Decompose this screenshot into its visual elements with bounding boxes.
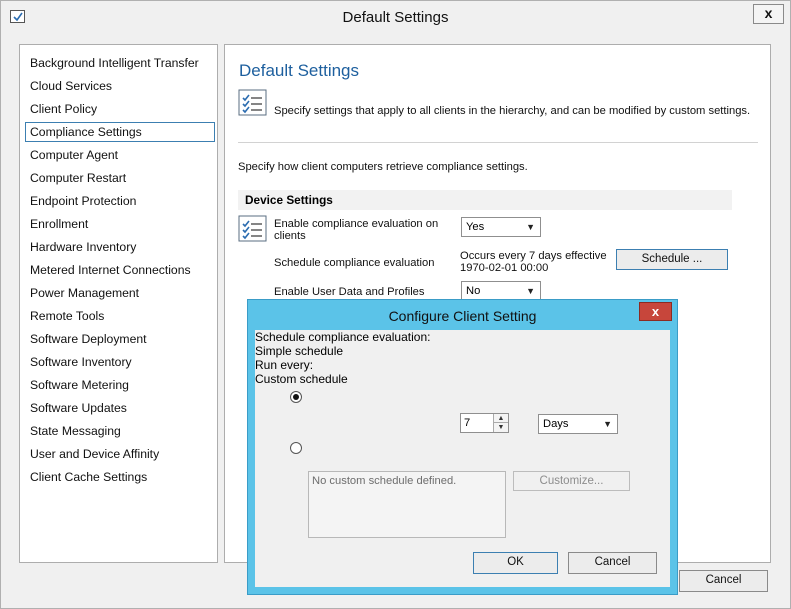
sidebar-item-hardware-inventory[interactable]: Hardware Inventory bbox=[25, 237, 215, 257]
sidebar-item-endpoint-protection[interactable]: Endpoint Protection bbox=[25, 191, 215, 211]
configure-client-setting-dialog: Configure Client Setting x Schedule comp… bbox=[247, 299, 678, 595]
chevron-down-icon: ▼ bbox=[526, 286, 535, 296]
page-description: Specify settings that apply to all clien… bbox=[274, 105, 751, 117]
settings-sidebar: Background Intelligent Transfer Cloud Ser… bbox=[19, 44, 218, 563]
dialog-close-button[interactable]: x bbox=[639, 302, 672, 321]
dialog-title: Configure Client Setting bbox=[388, 308, 537, 324]
sidebar-item-compliance-settings[interactable]: Compliance Settings bbox=[25, 122, 215, 142]
checklist-icon bbox=[238, 89, 267, 116]
checklist-icon bbox=[238, 215, 267, 242]
custom-schedule-label[interactable]: Custom schedule bbox=[255, 372, 670, 386]
dialog-body: Schedule compliance evaluation: Simple s… bbox=[255, 330, 670, 587]
sidebar-item-software-inventory[interactable]: Software Inventory bbox=[25, 352, 215, 372]
enable-eval-label: Enable compliance evaluation on clients bbox=[274, 218, 438, 242]
sidebar-item-computer-restart[interactable]: Computer Restart bbox=[25, 168, 215, 188]
sidebar-item-client-policy[interactable]: Client Policy bbox=[25, 99, 215, 119]
custom-schedule-radio[interactable] bbox=[290, 442, 302, 454]
sidebar-item-enrollment[interactable]: Enrollment bbox=[25, 214, 215, 234]
schedule-prompt: Schedule compliance evaluation: bbox=[255, 330, 431, 344]
schedule-value-line1: Occurs every 7 days effective bbox=[460, 250, 607, 262]
sidebar-item-metered-internet-connections[interactable]: Metered Internet Connections bbox=[25, 260, 215, 280]
run-every-stepper[interactable]: 7 ▲ ▼ bbox=[460, 413, 509, 433]
user-data-label: Enable User Data and Profiles bbox=[274, 286, 425, 298]
simple-schedule-radio[interactable] bbox=[290, 391, 302, 403]
user-data-value: No bbox=[466, 285, 481, 297]
sidebar-item-software-metering[interactable]: Software Metering bbox=[25, 375, 215, 395]
sidebar-item-state-messaging[interactable]: State Messaging bbox=[25, 421, 215, 441]
window-close-button[interactable]: x bbox=[753, 4, 784, 24]
enable-eval-value: Yes bbox=[466, 221, 485, 233]
unit-select[interactable]: Days ▼ bbox=[538, 414, 618, 434]
chevron-down-icon: ▼ bbox=[526, 222, 535, 232]
unit-value: Days bbox=[543, 418, 569, 430]
sidebar-item-remote-tools[interactable]: Remote Tools bbox=[25, 306, 215, 326]
page-title: Default Settings bbox=[239, 61, 360, 80]
customize-button[interactable]: Customize... bbox=[513, 471, 630, 491]
divider bbox=[238, 142, 758, 143]
ok-button[interactable]: OK bbox=[473, 552, 558, 574]
sidebar-item-user-and-device-affinity[interactable]: User and Device Affinity bbox=[25, 444, 215, 464]
window-title: Default Settings bbox=[342, 9, 449, 26]
sidebar-item-software-updates[interactable]: Software Updates bbox=[25, 398, 215, 418]
spin-up-icon[interactable]: ▲ bbox=[493, 414, 508, 423]
spin-down-icon[interactable]: ▼ bbox=[493, 423, 508, 432]
run-every-value: 7 bbox=[464, 417, 471, 429]
chevron-down-icon: ▼ bbox=[603, 419, 612, 429]
custom-schedule-box: No custom schedule defined. bbox=[308, 471, 506, 538]
sidebar-item-background-intelligent-transfer[interactable]: Background Intelligent Transfer bbox=[25, 53, 215, 73]
sidebar-item-software-deployment[interactable]: Software Deployment bbox=[25, 329, 215, 349]
sidebar-item-client-cache-settings[interactable]: Client Cache Settings bbox=[25, 467, 215, 487]
title-bar: Default Settings x bbox=[1, 1, 790, 33]
user-data-select[interactable]: No ▼ bbox=[461, 281, 541, 301]
cancel-button[interactable]: Cancel bbox=[679, 570, 768, 592]
schedule-button[interactable]: Schedule ... bbox=[616, 249, 728, 270]
run-every-label: Run every: bbox=[255, 358, 314, 372]
simple-schedule-label[interactable]: Simple schedule bbox=[255, 344, 670, 358]
device-settings-header: Device Settings bbox=[238, 190, 732, 210]
enable-eval-select[interactable]: Yes ▼ bbox=[461, 217, 541, 237]
sidebar-item-cloud-services[interactable]: Cloud Services bbox=[25, 76, 215, 96]
sidebar-item-power-management[interactable]: Power Management bbox=[25, 283, 215, 303]
sidebar-item-computer-agent[interactable]: Computer Agent bbox=[25, 145, 215, 165]
schedule-eval-value: Occurs every 7 days effective 1970-02-01… bbox=[460, 250, 607, 274]
schedule-eval-label: Schedule compliance evaluation bbox=[274, 257, 435, 269]
schedule-value-line2: 1970-02-01 00:00 bbox=[460, 262, 549, 274]
enable-eval-label-line2: clients bbox=[274, 230, 306, 242]
dialog-cancel-button[interactable]: Cancel bbox=[568, 552, 657, 574]
enable-eval-label-line1: Enable compliance evaluation on bbox=[274, 218, 439, 230]
section-description: Specify how client computers retrieve co… bbox=[238, 161, 528, 173]
